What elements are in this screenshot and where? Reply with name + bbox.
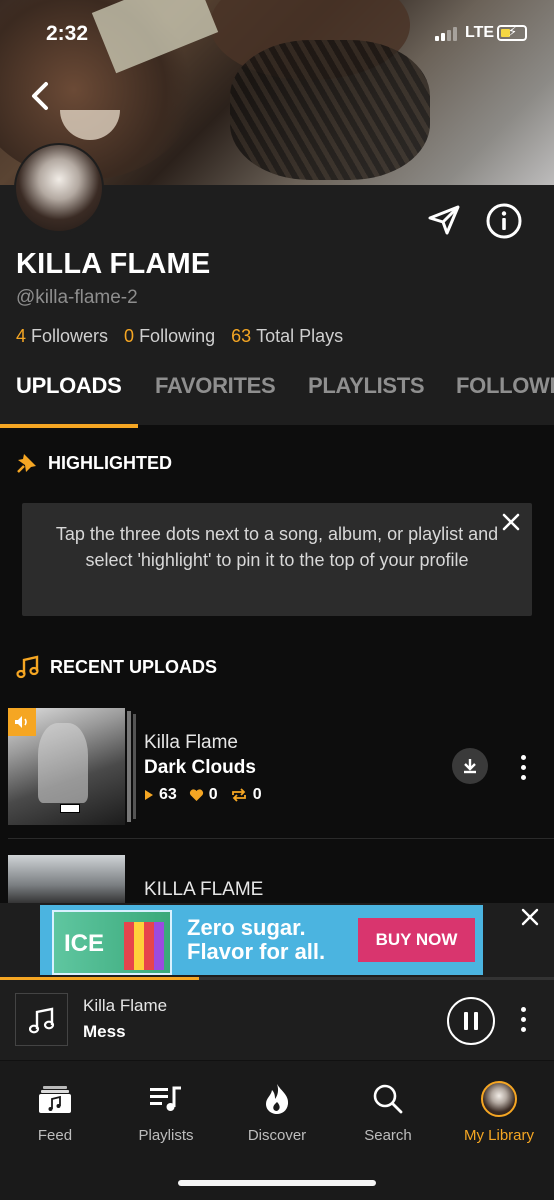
track-artwork[interactable]: [8, 855, 125, 905]
followers-stat[interactable]: 4 Followers: [16, 326, 108, 347]
network-label: LTE: [465, 24, 495, 41]
status-time: 2:32: [46, 22, 89, 45]
tab-following[interactable]: FOLLOWI: [456, 373, 554, 399]
track-more-button[interactable]: [516, 755, 530, 780]
feed-icon: [39, 1086, 71, 1113]
info-button[interactable]: [485, 202, 523, 245]
now-playing-artist: Killa Flame: [83, 996, 168, 1015]
status-bar: 2:32 LTE ⚡: [0, 0, 554, 60]
profile-name: KILLA FLAME: [16, 248, 211, 280]
playlists-icon: [150, 1086, 181, 1111]
download-button[interactable]: [452, 748, 488, 784]
nav-feed[interactable]: Feed: [0, 1061, 110, 1144]
info-icon: [486, 203, 522, 239]
music-note-icon: [28, 1007, 54, 1033]
download-icon: [464, 759, 476, 774]
dismiss-tip-button[interactable]: [502, 513, 520, 536]
back-button[interactable]: [28, 80, 54, 112]
profile-tabs: UPLOADS FAVORITES PLAYLISTS FOLLOWI: [0, 370, 554, 428]
nav-my-library[interactable]: My Library: [444, 1061, 554, 1144]
play-icon: [145, 790, 153, 800]
library-avatar-icon: [481, 1081, 517, 1117]
recent-uploads-title: RECENT UPLOADS: [50, 656, 218, 677]
track-artist: KILLA FLAME: [144, 879, 264, 900]
highlight-tip-text: Tap the three dots next to a song, album…: [55, 524, 499, 570]
profile-handle: @killa-flame-2: [16, 287, 138, 308]
signal-icon: [435, 27, 457, 41]
search-icon: [373, 1084, 403, 1114]
home-indicator: [178, 1180, 376, 1186]
music-note-icon: [16, 655, 39, 679]
battery-icon: ⚡: [497, 24, 527, 41]
track-stats: 63 0 0: [144, 786, 262, 804]
repost-icon: [231, 788, 246, 802]
now-playing-badge: [8, 708, 36, 736]
send-icon: [428, 205, 460, 235]
player-more-button[interactable]: [516, 1007, 530, 1032]
share-button[interactable]: [428, 205, 460, 240]
plays-stat: 63: [144, 786, 177, 804]
ad-creative[interactable]: ICE Zero sugar. Flavor for all. BUY NOW: [40, 905, 483, 975]
tab-uploads[interactable]: UPLOADS: [16, 373, 122, 399]
now-playing-title: Mess: [83, 1022, 126, 1041]
chevron-left-icon: [32, 82, 48, 110]
profile-stats: 4 Followers 0 Following 63 Total Plays: [16, 326, 343, 347]
pin-icon: [17, 454, 36, 473]
bottom-nav: Feed Playlists Discover Search My Librar…: [0, 1060, 554, 1200]
highlighted-header: HIGHLIGHTED: [16, 452, 172, 474]
ad-banner: ICE Zero sugar. Flavor for all. BUY NOW: [0, 903, 554, 977]
recent-uploads-header: RECENT UPLOADS: [16, 655, 217, 679]
tab-favorites[interactable]: FAVORITES: [155, 373, 276, 399]
close-icon: [521, 908, 539, 926]
flame-icon: [266, 1084, 289, 1114]
close-icon: [502, 513, 520, 531]
track-title: Dark Clouds: [144, 757, 256, 778]
now-playing-artwork: [15, 993, 68, 1046]
product-image: ICE: [52, 910, 172, 975]
heart-icon: [189, 788, 203, 801]
following-stat[interactable]: 0 Following: [124, 326, 215, 347]
nav-playlists[interactable]: Playlists: [111, 1061, 221, 1144]
highlight-tip-card: Tap the three dots next to a song, album…: [22, 503, 532, 616]
speaker-icon: [15, 716, 27, 728]
ad-headline: Zero sugar. Flavor for all.: [187, 915, 326, 964]
nav-search[interactable]: Search: [333, 1061, 443, 1144]
profile-avatar[interactable]: [14, 143, 104, 233]
likes-stat: 0: [189, 786, 218, 804]
row-divider: [8, 838, 554, 839]
highlighted-title: HIGHLIGHTED: [48, 452, 172, 473]
track-artist: Killa Flame: [144, 732, 238, 753]
nav-discover[interactable]: Discover: [222, 1061, 332, 1144]
mini-player[interactable]: Killa Flame Mess: [0, 980, 554, 1060]
total-plays-stat: 63 Total Plays: [231, 326, 344, 346]
buy-now-button[interactable]: BUY NOW: [358, 918, 475, 962]
close-ad-button[interactable]: [520, 907, 540, 932]
tab-playlists[interactable]: PLAYLISTS: [308, 373, 425, 399]
pause-button[interactable]: [447, 997, 495, 1045]
reposts-stat: 0: [230, 786, 262, 804]
